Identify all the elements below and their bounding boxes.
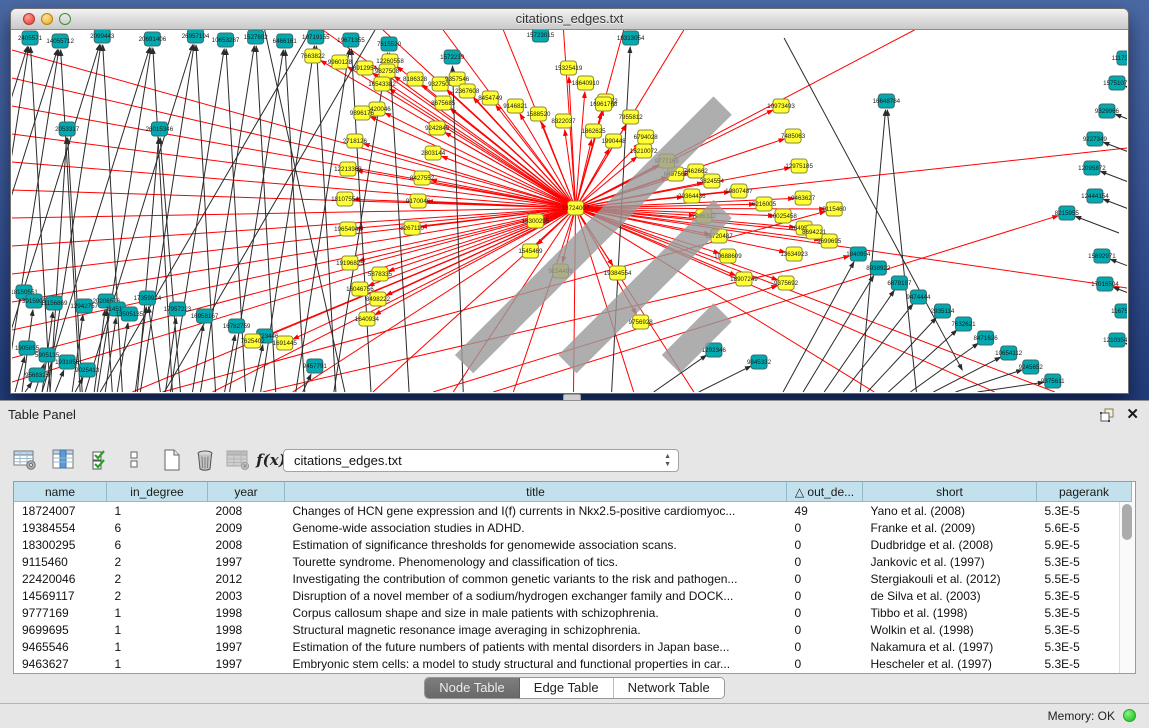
table-panel: Table Panel ✕ bbox=[0, 400, 1149, 728]
show-columns-button[interactable] bbox=[50, 447, 76, 473]
tab-edge-table[interactable]: Edge Table bbox=[520, 678, 614, 698]
memory-status-indicator bbox=[1123, 709, 1136, 722]
column-header-pagerank[interactable]: pagerank bbox=[1037, 482, 1132, 502]
delete-column-button[interactable] bbox=[192, 447, 218, 473]
network-canvas[interactable]: 2405571140557122099443206914062695719410… bbox=[12, 30, 1127, 392]
table-chooser-value: citations_edges.txt bbox=[294, 453, 402, 468]
table-row[interactable]: 946362711997Embryonic stem cells: a mode… bbox=[14, 655, 1132, 672]
attribute-table: namein_degreeyeartitle△ out_de...shortpa… bbox=[13, 481, 1136, 674]
tab-network-table[interactable]: Network Table bbox=[614, 678, 724, 698]
column-header-name[interactable]: name bbox=[14, 482, 107, 502]
table-row[interactable]: 977716911998Corpus callosum shape and si… bbox=[14, 604, 1132, 621]
table-row[interactable]: 946554611997Estimation of the future num… bbox=[14, 638, 1132, 655]
table-scrollbar-thumb[interactable] bbox=[1122, 504, 1132, 540]
column-header-year[interactable]: year bbox=[208, 482, 285, 502]
table-row[interactable]: 1456911722003Disruption of a novel membe… bbox=[14, 587, 1132, 604]
fx-icon: f(x) bbox=[256, 451, 286, 469]
table-mode-button[interactable] bbox=[12, 447, 38, 473]
table-tab-bar: Node TableEdge TableNetwork Table bbox=[0, 677, 1149, 701]
status-bar: Memory: OK bbox=[0, 703, 1149, 728]
column-header-short[interactable]: short bbox=[863, 482, 1037, 502]
column-header-title[interactable]: title bbox=[285, 482, 787, 502]
table-toolbar: f(x) bbox=[12, 445, 291, 475]
table-scrollbar[interactable] bbox=[1119, 502, 1135, 673]
table-row[interactable]: 1830029562008Estimation of significance … bbox=[14, 536, 1132, 553]
memory-status-label: Memory: OK bbox=[1048, 709, 1115, 723]
close-panel-icon[interactable]: ✕ bbox=[1126, 405, 1139, 423]
table-row[interactable]: 1872400712008Changes of HCN gene express… bbox=[14, 502, 1132, 520]
window-title: citations_edges.txt bbox=[11, 11, 1128, 26]
table-row[interactable]: 911546021997Tourette syndrome. Phenomeno… bbox=[14, 553, 1132, 570]
table-panel-title: Table Panel bbox=[8, 407, 76, 422]
new-column-button[interactable] bbox=[159, 447, 185, 473]
function-builder-button[interactable]: f(x) bbox=[258, 447, 284, 473]
float-panel-icon[interactable] bbox=[1099, 407, 1115, 423]
table-chooser-dropdown[interactable]: citations_edges.txt ▲▼ bbox=[283, 449, 679, 472]
row-mode-button[interactable] bbox=[121, 447, 147, 473]
window-titlebar[interactable]: citations_edges.txt bbox=[11, 9, 1128, 30]
table-row[interactable]: 2242004622012Investigating the contribut… bbox=[14, 570, 1132, 587]
tab-node-table[interactable]: Node Table bbox=[425, 678, 520, 698]
desktop-background: citations_edges.txt 24055711405571220994… bbox=[0, 0, 1149, 400]
delete-table-button-disabled bbox=[225, 447, 251, 473]
column-header-out_de[interactable]: △ out_de... bbox=[787, 482, 863, 502]
table-row[interactable]: 1938455462009Genome-wide association stu… bbox=[14, 519, 1132, 536]
column-header-in_degree[interactable]: in_degree bbox=[107, 482, 208, 502]
table-panel-header: Table Panel ✕ bbox=[0, 401, 1149, 427]
network-window: citations_edges.txt 24055711405571220994… bbox=[10, 8, 1129, 394]
window-resize-grip-icon[interactable] bbox=[12, 30, 1125, 390]
dropdown-arrows-icon: ▲▼ bbox=[664, 453, 671, 469]
table-row[interactable]: 969969511998Structural magnetic resonanc… bbox=[14, 621, 1132, 638]
column-selector-button[interactable] bbox=[88, 447, 114, 473]
